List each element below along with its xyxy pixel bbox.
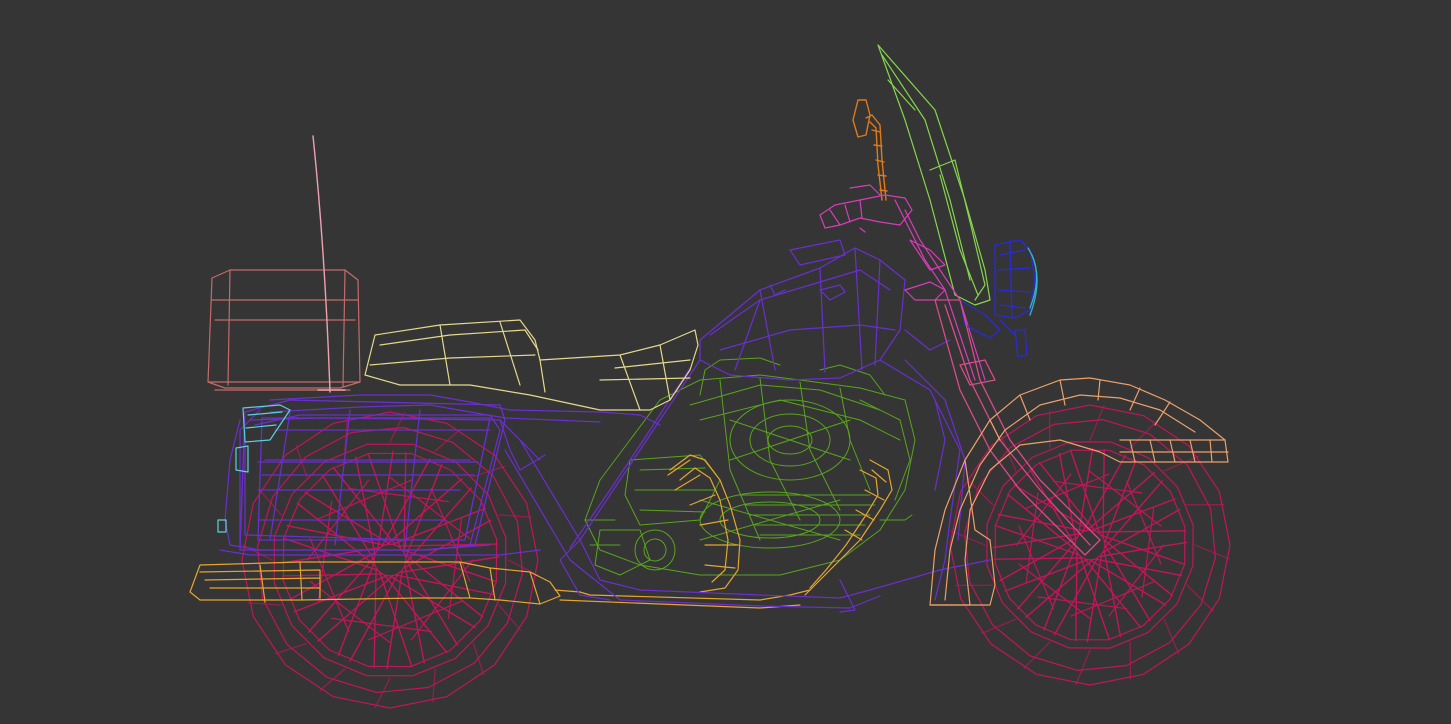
headlight-rim [1027,247,1038,316]
exhaust-pipes [189,454,893,609]
headlight [959,239,1036,358]
3d-viewport[interactable] [0,0,1451,724]
motorcycle-wireframe [189,44,1231,709]
seat [364,319,699,411]
top-case [207,269,361,391]
engine [584,357,916,576]
windshield [877,44,991,306]
antenna [312,135,346,393]
saddlebag [239,399,506,551]
